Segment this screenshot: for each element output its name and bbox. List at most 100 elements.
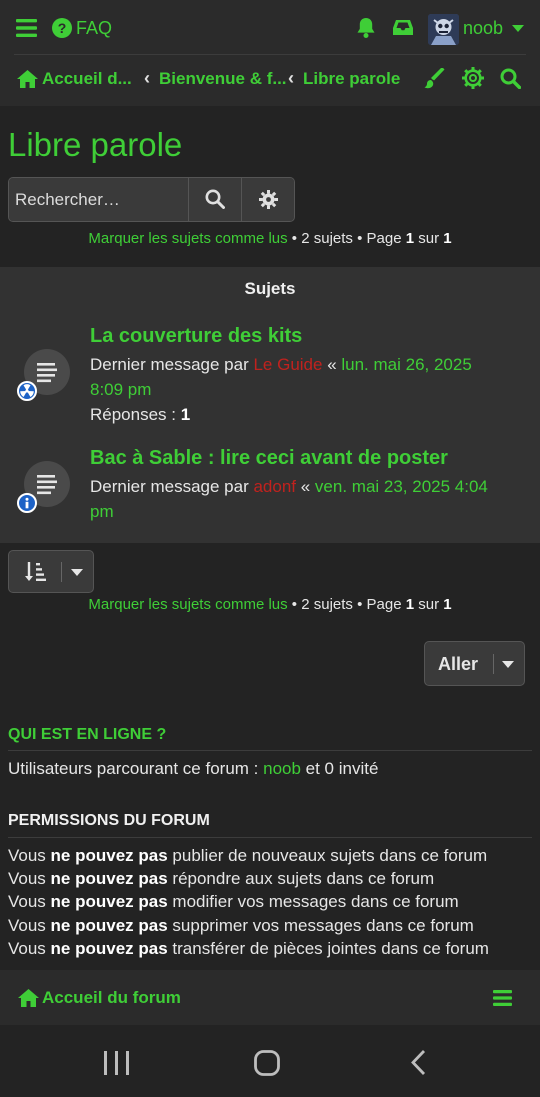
permission-text: répondre aux sujets dans ce forum: [167, 869, 435, 888]
last-post-prefix: Dernier message par: [90, 477, 254, 496]
permission-text: transférer de pièces jointes dans ce for…: [167, 939, 489, 958]
last-post-time-link[interactable]: pm: [90, 502, 114, 521]
svg-text:?: ?: [58, 20, 67, 36]
jump-to-label: Aller: [438, 654, 479, 674]
home-icon[interactable]: [17, 70, 38, 88]
permission-emphasis: ne pouvez pas: [50, 916, 168, 935]
breadcrumb-separator: ‹: [144, 68, 150, 88]
section-divider: [8, 837, 532, 838]
header-top-row: ? FAQ noob: [0, 0, 540, 56]
last-post-time-link[interactable]: 8:09 pm: [90, 380, 151, 399]
permissions-title: PERMISSIONS DU FORUM: [8, 812, 210, 829]
recent-apps-icon[interactable]: [104, 1051, 129, 1075]
online-users-line: Utilisateurs parcourant ce forum : noob …: [8, 759, 378, 779]
replies-label: Réponses :: [90, 405, 181, 424]
jump-to-button[interactable]: Aller: [424, 641, 525, 686]
replies-count: 1: [180, 405, 191, 424]
last-post-prefix: Dernier message par: [90, 355, 254, 374]
permission-text: Vous: [8, 869, 51, 888]
permission-line: Vous ne pouvez pas répondre aux sujets d…: [8, 869, 434, 889]
last-post-separator: «: [322, 355, 342, 374]
back-icon[interactable]: [410, 1049, 426, 1076]
topic-last-post: Dernier message par adonf « ven. mai 23,…: [90, 474, 520, 524]
permission-text: supprimer vos messages dans ce forum: [167, 916, 474, 935]
permission-emphasis: ne pouvez pas: [50, 892, 168, 911]
advanced-search-button[interactable]: [241, 178, 294, 221]
button-divider: [493, 654, 494, 674]
permission-text: Vous: [8, 846, 51, 865]
permission-text: Vous: [8, 916, 51, 935]
button-divider: [61, 562, 62, 582]
topics-header: Sujets: [244, 279, 296, 298]
online-user-link[interactable]: noob: [263, 759, 301, 778]
bell-icon[interactable]: [356, 17, 376, 39]
online-suffix: et 0 invité: [300, 759, 379, 778]
permission-emphasis: ne pouvez pas: [50, 846, 168, 865]
question-circle-icon[interactable]: ?: [52, 18, 72, 38]
topic-title-link[interactable]: Bac à Sable : lire ceci avant de poster: [90, 447, 448, 470]
breadcrumb-home[interactable]: Accueil d...: [42, 69, 132, 89]
topic-last-post: Dernier message par Le Guide « lun. mai …: [90, 352, 520, 427]
sort-amount-icon: [25, 561, 47, 583]
permission-line: Vous ne pouvez pas transférer de pièces …: [8, 939, 489, 959]
topic-title-link[interactable]: La couverture des kits: [90, 325, 302, 348]
permission-text: publier de nouveaux sujets dans ce forum: [167, 846, 488, 865]
username[interactable]: noob: [463, 18, 503, 39]
top-header: ? FAQ noob Accueil d... ‹ Bienvenue & f.…: [0, 0, 540, 106]
sort-options-button[interactable]: [8, 550, 94, 593]
search-icon: [205, 189, 225, 209]
mark-topics-read-link[interactable]: Marquer les sujets comme lus: [88, 596, 287, 613]
footer-nav: Accueil du forum: [0, 970, 540, 1025]
section-divider: [8, 750, 532, 751]
permission-emphasis: ne pouvez pas: [50, 939, 168, 958]
inbox-icon[interactable]: [393, 19, 413, 36]
cog-icon[interactable]: [462, 67, 484, 89]
caret-down-icon: [502, 661, 514, 669]
radiation-badge-icon: [17, 381, 37, 401]
last-post-date-link[interactable]: ven. mai 23, 2025 4:04: [315, 477, 488, 496]
author-link[interactable]: Le Guide: [253, 355, 322, 374]
info-badge-icon: [17, 493, 37, 513]
search-button[interactable]: [188, 178, 241, 221]
topic-stats-bottom: Marquer les sujets comme lus • 2 sujets …: [0, 596, 540, 613]
permission-line: Vous ne pouvez pas publier de nouveaux s…: [8, 846, 487, 866]
avatar[interactable]: [428, 14, 459, 45]
caret-down-icon[interactable]: [512, 25, 524, 33]
brush-icon[interactable]: [424, 68, 445, 89]
page-sur: sur: [414, 230, 444, 247]
topic-count-text: • 2 sujets • Page: [287, 230, 406, 247]
topic-stats-top: Marquer les sujets comme lus • 2 sujets …: [0, 230, 540, 247]
permission-line: Vous ne pouvez pas supprimer vos message…: [8, 916, 474, 936]
search-input[interactable]: [9, 178, 187, 221]
menu-icon[interactable]: [16, 19, 37, 37]
page-number: 1: [405, 596, 415, 613]
online-prefix: Utilisateurs parcourant ce forum :: [8, 759, 264, 778]
last-post-separator: «: [296, 477, 315, 496]
author-link[interactable]: adonf: [253, 477, 296, 496]
breadcrumb-welcome[interactable]: Bienvenue & f...: [159, 69, 287, 89]
page-sur: sur: [414, 596, 444, 613]
home-icon[interactable]: [18, 989, 39, 1007]
permission-text: modifier vos messages dans ce forum: [167, 892, 459, 911]
caret-down-icon: [71, 569, 83, 577]
permission-emphasis: ne pouvez pas: [50, 869, 168, 888]
page-total: 1: [443, 230, 452, 247]
topic-count-text: • 2 sujets • Page: [287, 596, 406, 613]
footer-home-link[interactable]: Accueil du forum: [42, 988, 181, 1008]
cog-icon: [259, 190, 278, 209]
topic-list: Sujets La couverture des kits Dernier me…: [0, 267, 540, 543]
home-circle-icon[interactable]: [254, 1050, 280, 1076]
last-post-date-link[interactable]: lun. mai 26, 2025: [341, 355, 471, 374]
header-divider: [14, 54, 526, 55]
menu-icon[interactable]: [493, 990, 512, 1006]
who-is-online-title[interactable]: QUI EST EN LIGNE ?: [8, 726, 166, 744]
page-title[interactable]: Libre parole: [8, 126, 182, 164]
search-icon[interactable]: [500, 68, 521, 89]
faq-link[interactable]: FAQ: [76, 18, 112, 39]
breadcrumb-separator: ‹: [288, 68, 294, 88]
permission-text: Vous: [8, 892, 51, 911]
permission-line: Vous ne pouvez pas modifier vos messages…: [8, 892, 459, 912]
breadcrumb-current[interactable]: Libre parole: [303, 69, 400, 89]
mark-topics-read-link[interactable]: Marquer les sujets comme lus: [88, 230, 287, 247]
system-navigation-bar: [0, 1025, 540, 1097]
